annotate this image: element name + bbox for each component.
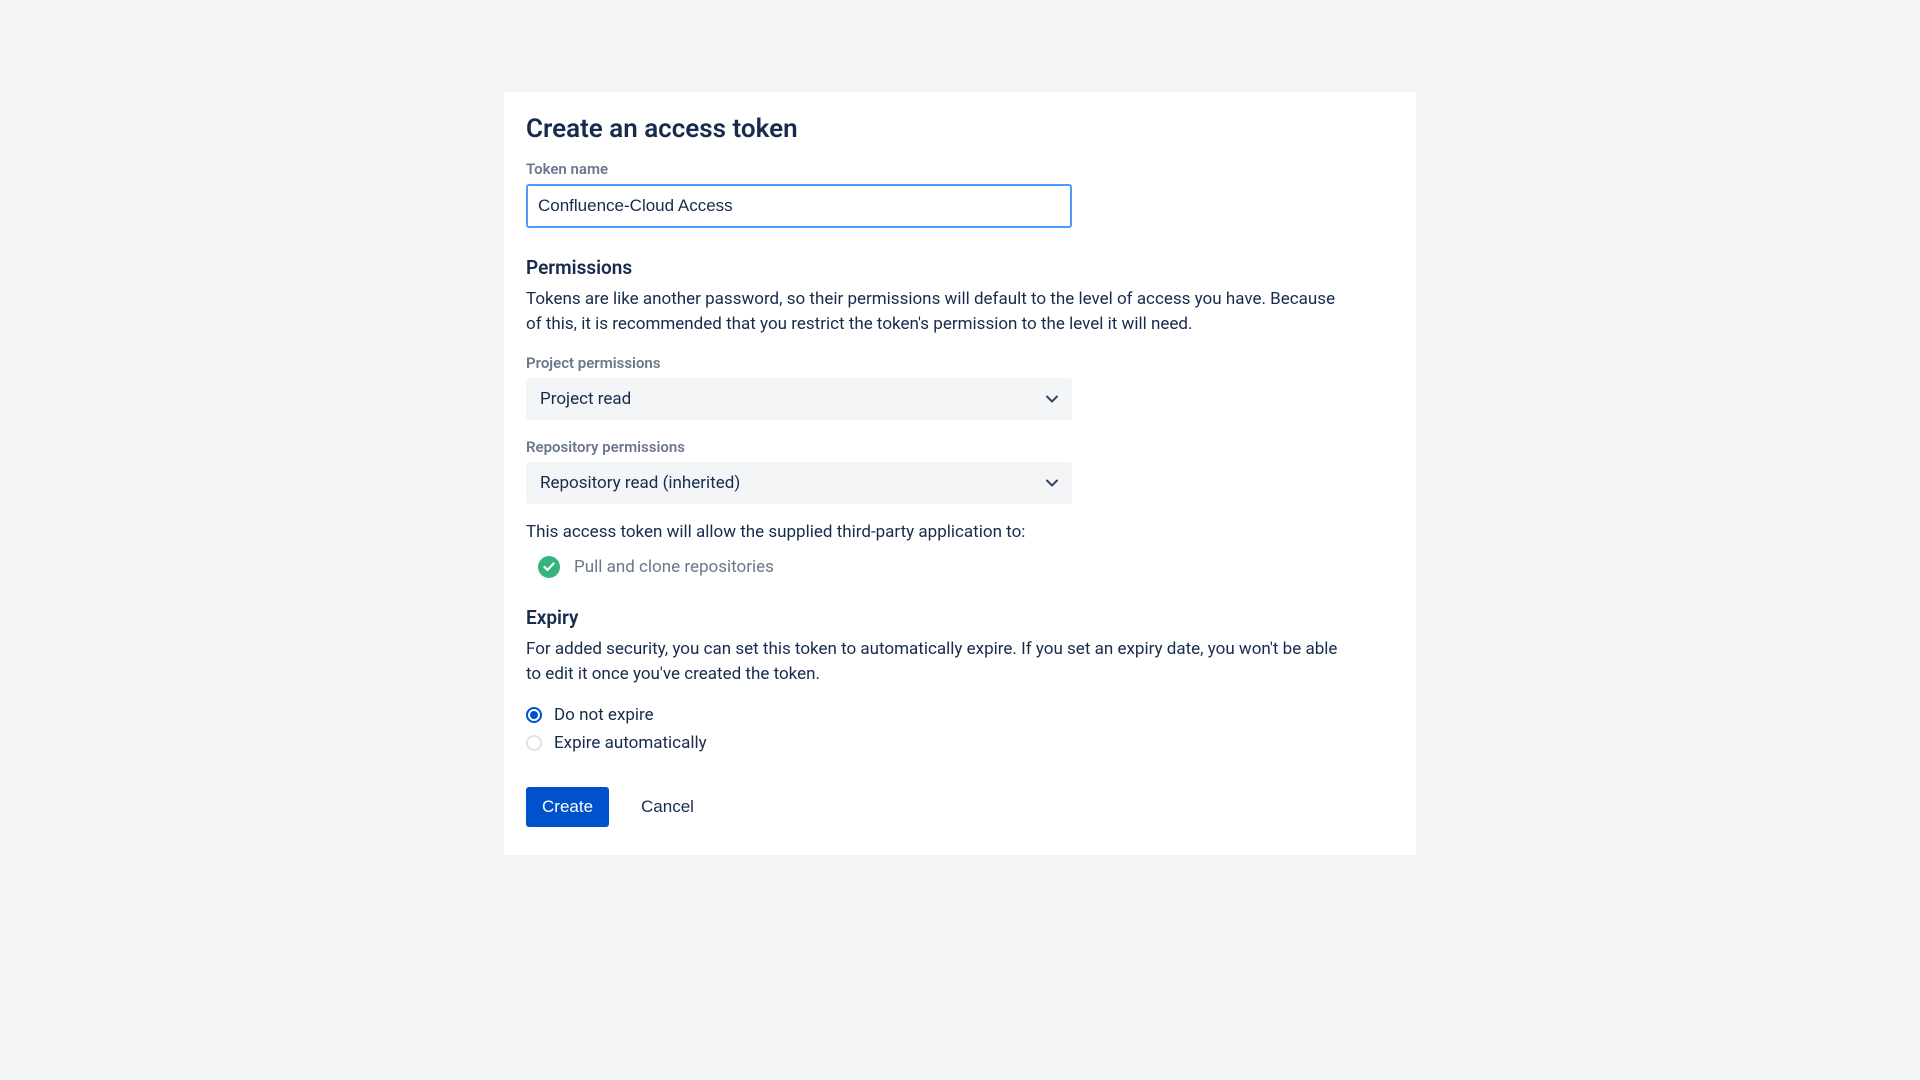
check-circle-icon [538,556,560,578]
expiry-heading: Expiry [526,606,1394,629]
radio-label: Expire automatically [554,733,707,753]
repository-permissions-value: Repository read (inherited) [540,473,740,493]
expiry-description: For added security, you can set this tok… [526,637,1346,686]
radio-do-not-expire[interactable]: Do not expire [526,705,1394,725]
radio-expire-automatically[interactable]: Expire automatically [526,733,1394,753]
button-row: Create Cancel [526,787,1394,827]
permissions-description: Tokens are like another password, so the… [526,287,1346,336]
expiry-radio-group: Do not expire Expire automatically [526,705,1394,753]
token-name-input[interactable] [526,184,1072,228]
allow-intro-text: This access token will allow the supplie… [526,522,1394,542]
project-permissions-select[interactable]: Project read [526,378,1072,420]
create-access-token-panel: Create an access token Token name Permis… [504,92,1416,855]
permissions-heading: Permissions [526,256,1394,279]
project-permissions-value: Project read [540,389,631,409]
token-name-label: Token name [526,160,1394,178]
create-button[interactable]: Create [526,787,609,827]
chevron-down-icon [1046,395,1058,403]
radio-icon [526,707,542,723]
radio-icon [526,735,542,751]
allow-list-item: Pull and clone repositories [538,556,1394,578]
page-title: Create an access token [526,114,1394,144]
cancel-button[interactable]: Cancel [625,787,710,827]
allow-item-label: Pull and clone repositories [574,557,774,577]
chevron-down-icon [1046,479,1058,487]
repository-permissions-select[interactable]: Repository read (inherited) [526,462,1072,504]
radio-label: Do not expire [554,705,654,725]
repository-permissions-label: Repository permissions [526,438,1394,456]
project-permissions-label: Project permissions [526,354,1394,372]
